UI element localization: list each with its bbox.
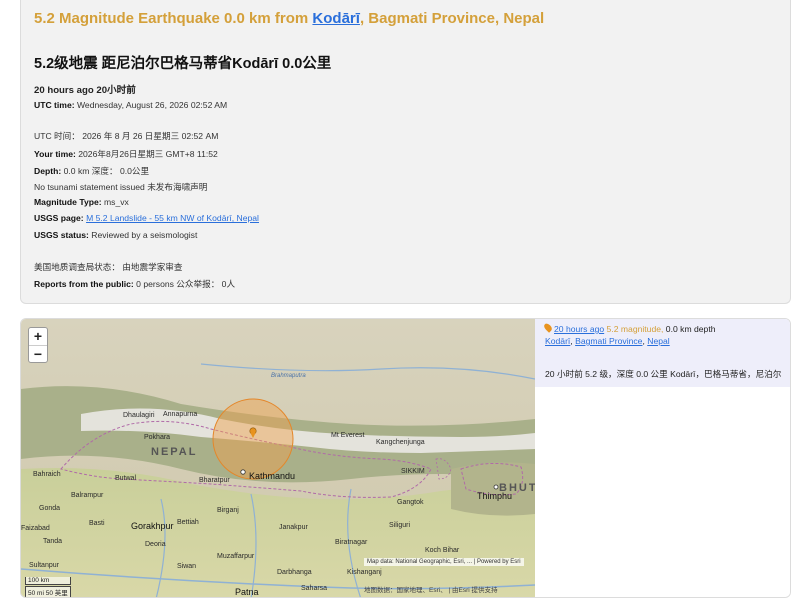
map-label-siliguri: Siliguri [389,522,411,529]
map-label-koch-bihar: Koch Bihar [425,547,460,554]
map-label-gangtok: Gangtok [397,499,424,506]
popup-chinese-summary: 20 小时前 5.2 级，深度 0.0 公里 Kodārī，巴格马蒂省，尼泊尔 [545,369,782,379]
map-label-saharsa: Saharsa [301,585,328,592]
thimphu-dot [493,484,499,490]
utc-time: UTC time: Wednesday, August 26, 2026 02:… [34,100,227,110]
popup-header: 20 hours ago 5.2 magnitude, 0.0 km depth… [542,322,716,347]
utc-time-value: Wednesday, August 26, 2026 02:52 AM [74,100,228,110]
map-attribution[interactable]: Map data: National Geographic, Esri, ...… [364,558,524,566]
popup-depth: 0.0 km depth [663,324,716,334]
magnitude-type-value: ms_vx [101,197,129,207]
map-label-birganj: Birganj [217,507,239,514]
map-label-darbhanga: Darbhanga [277,569,312,576]
map-label-janakpur: Janakpur [279,524,308,531]
usgs-status-cn: 美国地质调查局状态： 由地震学家审查 [34,262,183,272]
your-time-label: Your time: [34,149,76,159]
public-reports-value: 0 persons 公众举报： 0人 [133,279,236,289]
usgs-status-value: Reviewed by a seismologist [88,230,198,240]
map-label-bharatpur: Bharatpur [199,477,230,484]
map-card: Brahmaputra Dhaulagiri Annapurna Pokhara… [20,318,791,598]
your-time-value: 2026年8月26日星期三 GMT+8 11:52 [75,149,218,159]
usgs-page-label: USGS page: [34,213,84,223]
quake-radius-circle[interactable] [212,398,294,480]
usgs-status: USGS status: Reviewed by a seismologist [34,230,197,240]
zoom-control: + − [28,327,48,363]
magnitude-type: Magnitude Type: ms_vx [34,197,129,207]
chinese-title: 5.2级地震 距尼泊尔巴格马蒂省Kodārī 0.0公里 [34,56,332,72]
map-label-nepal: NEPAL [151,446,198,458]
utc-time-cn: UTC 时间： 2026 年 8 月 26 日星期三 02:52 AM [34,131,219,141]
map-label-patna: Patna [235,587,259,597]
popup-place-link-3[interactable]: Nepal [647,336,669,346]
public-reports-label: Reports from the public: [34,279,134,289]
map-label-dhaulagiri: Dhaulagiri [123,412,155,419]
map-label-sultanpur: Sultanpur [29,562,59,569]
map-label-annapurna: Annapurna [163,411,198,418]
time-ago: 20 hours ago 20小时前 [34,85,136,96]
kathmandu-dot [240,469,246,475]
map-label-thimphu: Thimphu [477,491,513,501]
map-label-biratnagar: Biratnagar [335,539,368,546]
headline: 5.2 Magnitude Earthquake 0.0 km from Kod… [34,10,544,27]
map-scale: 100 km 50 mi 50 英里 [25,577,71,597]
map-label-deoria: Deoria [145,541,166,548]
popup-magnitude: 5.2 magnitude, [604,324,664,334]
map-label-kangchenjunga: Kangchenjunga [376,439,425,446]
earthquake-info-card: 5.2 Magnitude Earthquake 0.0 km from Kod… [20,0,791,304]
depth-label: Depth: [34,166,62,176]
your-time: Your time: 2026年8月26日星期三 GMT+8 11:52 [34,148,218,160]
map-label-everest: Mt Everest [331,432,365,439]
popup-place-link-1[interactable]: Kodārī [545,336,570,346]
scale-km: 100 km [25,577,71,585]
tsunami-statement: No tsunami statement issued 未发布海啸声明 [34,182,208,192]
usgs-page-link[interactable]: M 5.2 Landslide - 55 km NW of Kodārī, Ne… [86,213,259,223]
zoom-out-button[interactable]: − [29,346,47,363]
depth: Depth: 0.0 km 深度： 0.0公里 [34,165,149,177]
event-popup: 20 hours ago 5.2 magnitude, 0.0 km depth… [535,319,790,597]
popup-place-link-2[interactable]: Bagmati Province [575,336,642,346]
map-terrain [21,319,535,597]
map-label-bettiah: Bettiah [177,519,199,526]
scale-mi: 50 mi 50 英里 [25,586,71,597]
map-label-gonda: Gonda [39,505,61,512]
map-view[interactable]: Brahmaputra Dhaulagiri Annapurna Pokhara… [21,319,535,597]
headline-prefix: 5.2 Magnitude Earthquake 0.0 km from [34,10,313,27]
map-label-butwal: Butwal [115,475,137,482]
usgs-page: USGS page: M 5.2 Landslide - 55 km NW of… [34,213,259,223]
map-label-sikkim: SIKKIM [401,468,425,475]
utc-time-label: UTC time: [34,100,75,110]
zoom-in-button[interactable]: + [29,328,47,346]
map-label-faizabad: Faizabad [21,525,50,532]
map-label-tanda: Tanda [43,538,63,545]
magnitude-type-label: Magnitude Type: [34,197,102,207]
map-label-gorakhpur: Gorakhpur [131,521,174,531]
map-label-siwan: Siwan [177,563,197,570]
headline-place-link[interactable]: Kodārī [312,10,360,27]
map-label-muzaffarpur: Muzaffarpur [217,553,255,560]
map-attribution-cn: 地图数据：国家地理、Esri、 | 由Esri 提供支持 [364,587,498,594]
map-label-basti: Basti [89,520,105,527]
public-reports: Reports from the public: 0 persons 公众举报：… [34,278,235,290]
map-label-bahraich: Bahraich [33,471,61,478]
map-label-kishanganj: Kishanganj [347,569,382,576]
map-label-brahmaputra: Brahmaputra [271,373,306,379]
map-label-balrampur: Balrampur [71,492,104,499]
map-label-kathmandu: Kathmandu [249,471,296,481]
depth-value: 0.0 km 深度： 0.0公里 [61,166,150,176]
map-label-pokhara: Pokhara [144,434,171,441]
map-pin-icon [542,322,554,333]
popup-time-link[interactable]: 20 hours ago [554,324,604,334]
usgs-status-label: USGS status: [34,230,89,240]
headline-suffix: , Bagmati Province, Nepal [359,10,545,27]
